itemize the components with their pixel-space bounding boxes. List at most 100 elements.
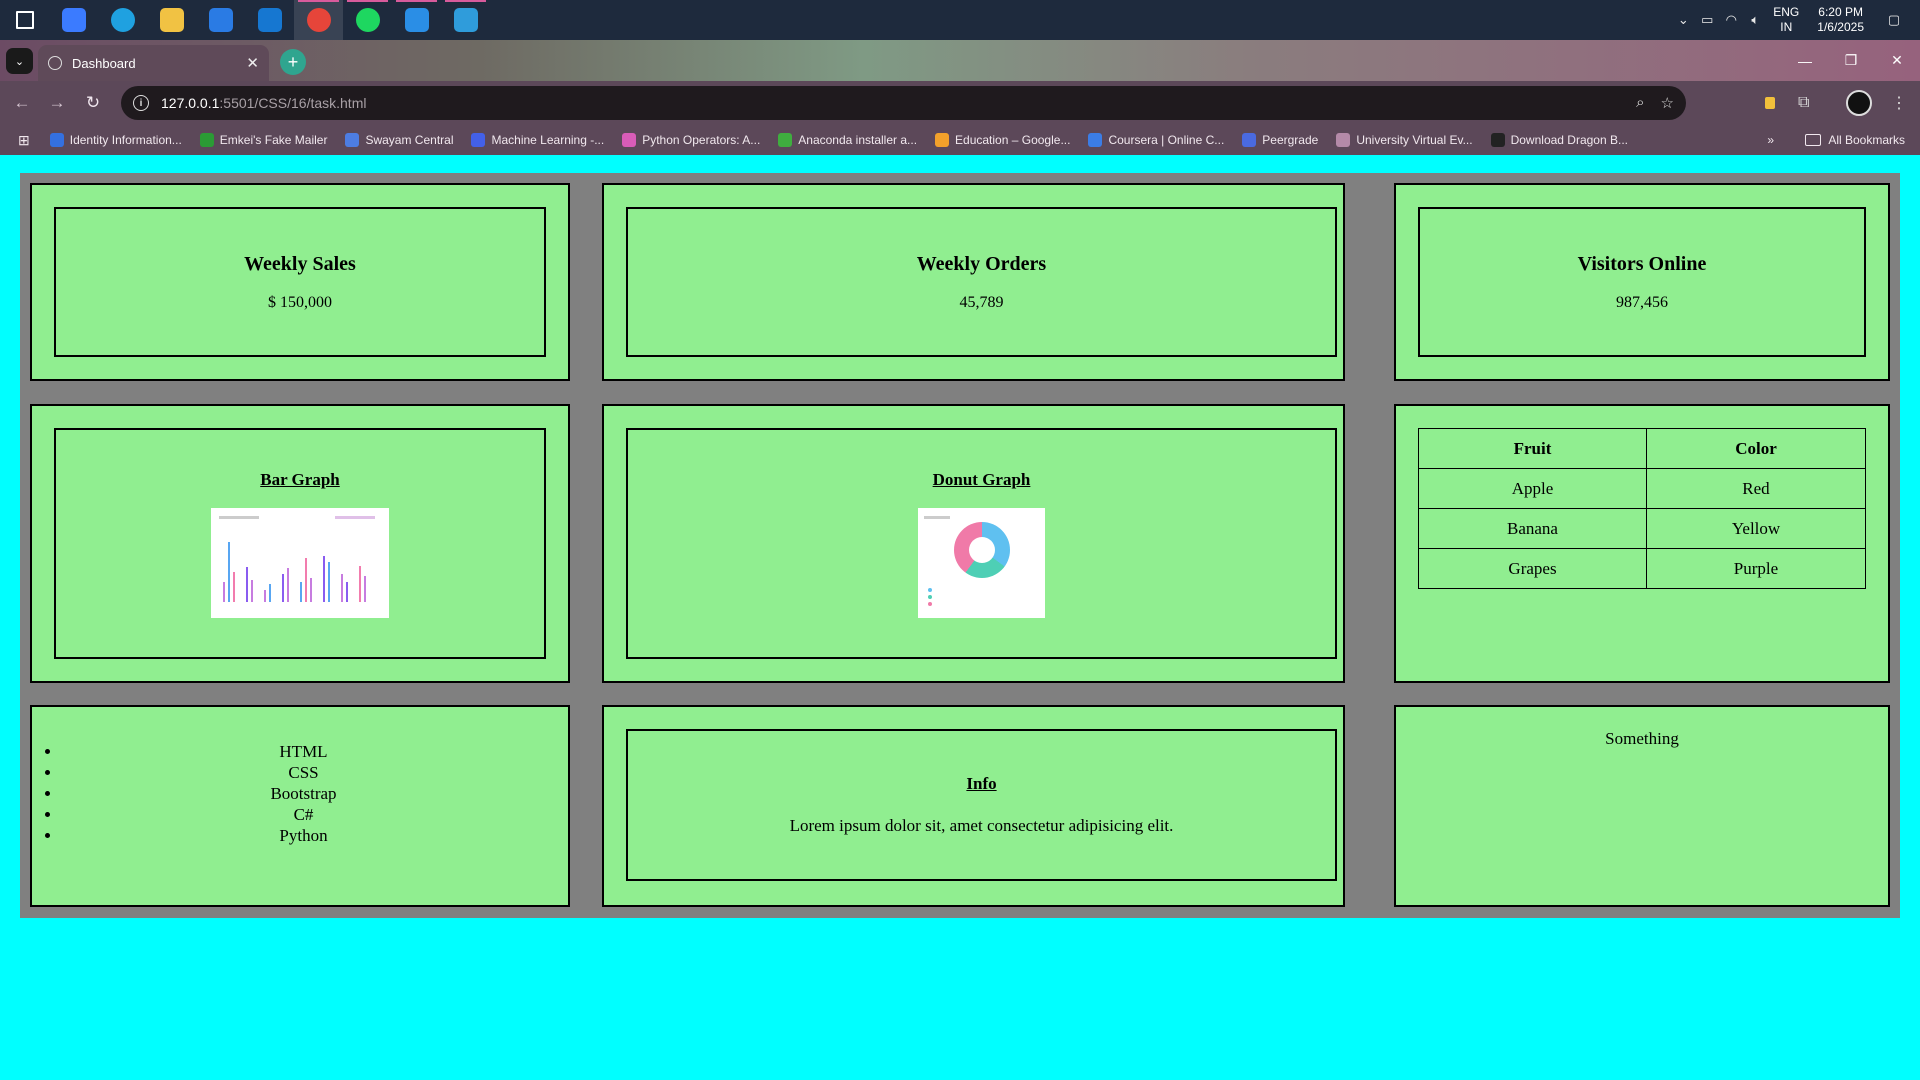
reload-icon: ↻	[85, 93, 101, 112]
table-cell: Yellow	[1646, 508, 1866, 549]
list-item: C#	[62, 804, 545, 825]
minimize-button[interactable]: —	[1782, 40, 1828, 81]
apps-grid-icon[interactable]: ⊞	[18, 132, 30, 149]
fruit-table-card: Fruit Color Apple Red Banana Yellow Grap…	[1394, 404, 1890, 683]
bookmark-favicon-icon	[1088, 133, 1103, 147]
bookmark-item[interactable]: Swayam Central	[345, 133, 453, 147]
table-header: Fruit	[1418, 428, 1647, 469]
window-close-button[interactable]: ✕	[1874, 40, 1920, 81]
tab-search-button[interactable]: ⌄	[6, 48, 33, 74]
notification-icon[interactable]: ▢	[1882, 12, 1906, 28]
battery-icon[interactable]: ▭	[1695, 12, 1719, 28]
window-controls: — ❐ ✕	[1782, 40, 1920, 81]
taskbar-app[interactable]	[98, 0, 147, 40]
donut-graph-card: Donut Graph	[602, 404, 1345, 683]
wifi-icon[interactable]: ◠	[1719, 12, 1743, 28]
extension-icon[interactable]	[1765, 86, 1775, 120]
something-text: Something	[1605, 729, 1679, 748]
taskbar-app[interactable]	[0, 0, 49, 40]
bookmark-label: Python Operators: A...	[642, 133, 761, 147]
table-cell: Red	[1646, 468, 1866, 509]
taskbar-app[interactable]	[147, 0, 196, 40]
paint-icon	[453, 8, 478, 32]
lang-bottom: IN	[1780, 20, 1793, 34]
bookmark-item[interactable]: Python Operators: A...	[622, 133, 760, 147]
info-icon[interactable]: i	[133, 95, 149, 111]
page-content: Weekly Sales $ 150,000 Weekly Orders 45,…	[0, 161, 1920, 1080]
copilot-icon	[61, 8, 86, 32]
bookmark-label: Emkei's Fake Mailer	[219, 133, 328, 147]
table-cell: Purple	[1646, 548, 1866, 589]
spotify-icon	[355, 8, 380, 32]
bookmark-item[interactable]: University Virtual Ev...	[1336, 133, 1473, 147]
bookmark-favicon-icon	[199, 133, 214, 147]
stat-title: Weekly Orders	[916, 252, 1047, 275]
menu-icon[interactable]: ⋮	[1891, 86, 1907, 120]
bookmark-favicon-icon	[622, 133, 637, 147]
info-card: Info Lorem ipsum dolor sit, amet consect…	[602, 705, 1345, 907]
bookmarks-more-button[interactable]: »	[1767, 125, 1774, 155]
bookmark-favicon-icon	[345, 133, 360, 147]
taskbar-app[interactable]	[294, 0, 343, 40]
forward-button[interactable]: →	[45, 91, 69, 115]
back-button[interactable]: ←	[10, 91, 34, 115]
url-path: :5501/CSS/16/task.html	[219, 95, 367, 111]
bookmark-item[interactable]: Identity Information...	[49, 133, 182, 147]
avatar[interactable]	[1846, 86, 1872, 120]
bookmark-label: Peergrade	[1262, 133, 1319, 147]
taskbar-app[interactable]	[392, 0, 441, 40]
taskbar-app[interactable]	[49, 0, 98, 40]
bookmark-item[interactable]: Machine Learning -...	[471, 133, 604, 147]
zoom-icon[interactable]: ⌕	[1636, 94, 1644, 112]
bookmark-item[interactable]: Emkei's Fake Mailer	[199, 133, 328, 147]
clock-date: 1/6/2025	[1817, 20, 1864, 34]
bookmark-favicon-icon	[935, 133, 950, 147]
outlook-icon	[257, 8, 282, 32]
tab-dashboard[interactable]: Dashboard ✕	[38, 45, 269, 81]
bookmark-item[interactable]: Coursera | Online C...	[1088, 133, 1224, 147]
arrow-right-icon: →	[48, 93, 66, 112]
stat-card-visitors: Visitors Online 987,456	[1394, 183, 1890, 381]
puzzle-icon[interactable]: ⧉	[1798, 86, 1809, 120]
close-icon[interactable]: ✕	[246, 54, 259, 72]
taskbar-app[interactable]	[441, 0, 490, 40]
taskbar-app[interactable]	[343, 0, 392, 40]
new-tab-button[interactable]: +	[280, 49, 306, 75]
bookmark-label: Download Dragon B...	[1510, 133, 1628, 147]
donut-graph-title: Donut Graph	[932, 469, 1031, 489]
bar-graph-title: Bar Graph	[260, 469, 340, 489]
bookmark-item[interactable]: Education – Google...	[935, 133, 1070, 147]
bookmark-label: Coursera | Online C...	[1108, 133, 1225, 147]
address-bar[interactable]: i 127.0.0.1:5501/CSS/16/task.html ⌕ ☆	[121, 86, 1686, 120]
bookmark-item[interactable]: Download Dragon B...	[1490, 133, 1628, 147]
star-icon[interactable]: ☆	[1661, 94, 1674, 112]
bookmark-favicon-icon	[49, 133, 64, 147]
bookmark-item[interactable]: Anaconda installer a...	[778, 133, 917, 147]
bookmark-label: University Virtual Ev...	[1356, 133, 1473, 147]
all-bookmarks-button[interactable]: All Bookmarks	[1805, 125, 1905, 155]
list-item: Bootstrap	[62, 783, 545, 804]
stat-title: Visitors Online	[1577, 252, 1707, 275]
chevron-up-icon[interactable]: ⌄	[1671, 12, 1695, 28]
plus-icon: +	[287, 51, 299, 72]
windows-taskbar: ⌄ ▭ ◠ 🔈︎ ENG IN 6:20 PM 1/6/2025 ▢	[0, 0, 1920, 40]
globe-icon	[48, 56, 62, 70]
language-indicator[interactable]: ENG IN	[1773, 5, 1799, 35]
table-row: Banana Yellow	[1418, 508, 1866, 549]
something-card: Something	[1394, 705, 1890, 907]
dashboard-grid: Weekly Sales $ 150,000 Weekly Orders 45,…	[20, 173, 1900, 918]
taskbar-app[interactable]	[245, 0, 294, 40]
table-row: Apple Red	[1418, 468, 1866, 509]
lang-top: ENG	[1773, 5, 1800, 19]
restore-button[interactable]: ❐	[1828, 40, 1874, 81]
bookmark-item[interactable]: Peergrade	[1242, 133, 1318, 147]
clock-time: 6:20 PM	[1818, 5, 1863, 19]
fruit-table: Fruit Color Apple Red Banana Yellow Grap…	[1418, 428, 1866, 589]
table-cell: Banana	[1418, 508, 1647, 549]
clock[interactable]: 6:20 PM 1/6/2025	[1817, 5, 1864, 35]
table-cell: Grapes	[1418, 548, 1647, 589]
bookmark-favicon-icon	[778, 133, 793, 147]
reload-button[interactable]: ↻	[81, 91, 105, 115]
taskbar-app[interactable]	[196, 0, 245, 40]
volume-icon[interactable]: 🔈︎	[1743, 12, 1767, 28]
